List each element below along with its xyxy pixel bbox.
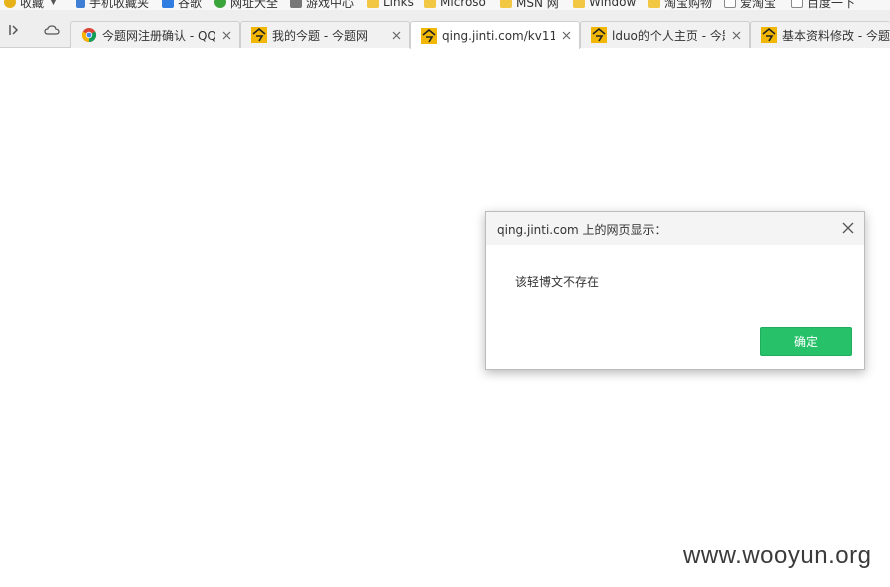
- close-icon: [842, 222, 854, 234]
- tab-title: 我的今题 - 今题网: [272, 28, 368, 43]
- bookmark-label: Window: [589, 0, 637, 9]
- bookmark-label: 手机收藏夹: [89, 0, 150, 10]
- sidebar-toggle-icon: [9, 25, 19, 35]
- folder-icon: [424, 0, 436, 8]
- bookmark-label: 淘宝购物: [664, 0, 713, 10]
- close-icon[interactable]: [389, 31, 403, 40]
- tab-my-jinti[interactable]: 我的今题 - 今题网: [240, 21, 410, 48]
- page-icon: [724, 0, 736, 8]
- bookmark-label: MSN 网: [516, 0, 559, 10]
- bookmark-item[interactable]: 百度一下: [791, 0, 855, 10]
- bookmarks-bar: 收藏 ▼ 手机收藏夹 谷歌 网址大全 游戏中心 Links Microso MS…: [0, 0, 890, 10]
- bookmark-item[interactable]: 手机收藏夹: [76, 0, 149, 10]
- dialog-close-button[interactable]: [840, 220, 856, 236]
- tab-title: qing.jinti.com/kv11: [442, 28, 555, 43]
- phone-icon: [76, 0, 85, 8]
- gamepad-icon: [290, 0, 302, 8]
- tab-profile-edit[interactable]: 基本资料修改 - 今题: [750, 21, 890, 48]
- jinti-icon: [421, 27, 437, 44]
- close-icon[interactable]: [729, 31, 743, 40]
- bookmark-label: 游戏中心: [306, 0, 355, 10]
- bookmark-favorites[interactable]: 收藏 ▼: [4, 0, 57, 10]
- bookmark-item[interactable]: 爱淘宝: [724, 0, 776, 10]
- google-icon: [162, 0, 174, 8]
- tab-lduo-home[interactable]: lduo的个人主页 - 今题: [580, 21, 750, 48]
- ok-button[interactable]: 确定: [760, 327, 852, 356]
- chevron-down-icon: ▼: [50, 0, 57, 7]
- bookmark-label: Microso: [440, 0, 486, 9]
- bookmark-label: 百度一下: [807, 0, 856, 10]
- bookmark-item[interactable]: 网址大全: [214, 0, 278, 10]
- folder-icon: [367, 0, 379, 8]
- cloud-icon: [44, 25, 60, 35]
- star-icon: [4, 0, 16, 8]
- chrome-icon: [81, 28, 97, 43]
- bookmark-label: 爱淘宝: [740, 0, 777, 10]
- bookmark-item[interactable]: 游戏中心: [290, 0, 354, 10]
- bookmark-item[interactable]: Microso: [424, 0, 486, 10]
- dialog-header: qing.jinti.com 上的网页显示：: [486, 212, 864, 245]
- tab-active-kv11[interactable]: qing.jinti.com/kv11: [410, 21, 580, 49]
- bookmark-item[interactable]: MSN 网: [500, 0, 559, 10]
- page-icon: [791, 0, 803, 8]
- bookmark-label: Links: [383, 0, 414, 9]
- dialog-title: qing.jinti.com 上的网页显示：: [497, 223, 667, 237]
- tab-qq-confirm[interactable]: 今题网注册确认 - QQ: [70, 21, 240, 48]
- bookmark-item[interactable]: 淘宝购物: [648, 0, 712, 10]
- jinti-icon: [251, 27, 267, 43]
- dialog-message: 该轻博文不存在: [515, 275, 600, 289]
- close-icon[interactable]: [219, 31, 233, 40]
- cloud-sync-button[interactable]: [42, 20, 62, 40]
- tab-title: lduo的个人主页 - 今题: [612, 28, 725, 43]
- bookmark-item[interactable]: Links: [367, 0, 414, 10]
- bookmark-item[interactable]: 谷歌: [162, 0, 202, 10]
- bookmark-label: 收藏: [20, 0, 45, 10]
- watermark-text: www.wooyun.org: [683, 542, 872, 569]
- tab-bar: 今题网注册确认 - QQ 我的今题 - 今题网 qing.jinti.com/k…: [0, 10, 890, 49]
- jinti-icon: [591, 27, 607, 43]
- bookmark-label: 谷歌: [178, 0, 203, 10]
- tab-title: 基本资料修改 - 今题: [782, 28, 890, 43]
- folder-icon: [500, 0, 512, 8]
- browser-window: 收藏 ▼ 手机收藏夹 谷歌 网址大全 游戏中心 Links Microso MS…: [0, 0, 890, 587]
- folder-icon: [573, 0, 585, 8]
- jinti-icon: [761, 27, 777, 43]
- bookmark-label: 网址大全: [230, 0, 279, 10]
- close-icon[interactable]: [559, 31, 573, 40]
- folder-icon: [648, 0, 660, 8]
- globe-icon: [214, 0, 226, 8]
- tab-title: 今题网注册确认 - QQ: [102, 28, 215, 43]
- bookmark-item[interactable]: Window: [573, 0, 636, 10]
- alert-dialog: qing.jinti.com 上的网页显示： 该轻博文不存在 确定: [485, 211, 865, 370]
- sidebar-toggle-button[interactable]: [4, 20, 24, 40]
